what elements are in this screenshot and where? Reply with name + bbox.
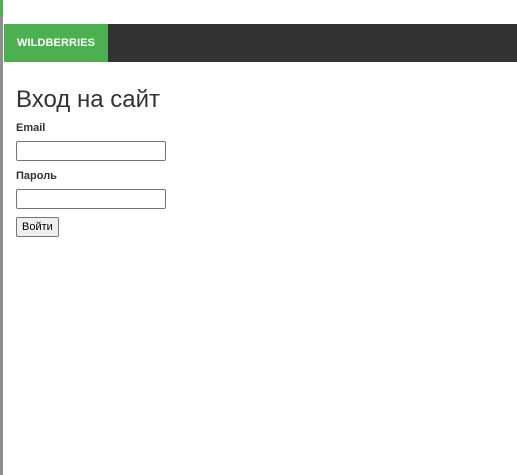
page-title: Вход на сайт <box>16 86 160 113</box>
login-button[interactable]: Войти <box>16 217 59 237</box>
window-left-edge <box>0 0 3 475</box>
page: WILDBERRIES Вход на сайт Email Пароль Во… <box>0 0 517 475</box>
brand-link[interactable]: WILDBERRIES <box>4 24 109 62</box>
password-label: Пароль <box>16 170 57 182</box>
window-left-edge-accent <box>0 0 3 16</box>
password-field[interactable] <box>16 189 166 209</box>
login-form: Вход на сайт Email Пароль Войти <box>16 85 501 237</box>
email-label: Email <box>16 122 46 134</box>
top-navbar: WILDBERRIES <box>4 24 517 62</box>
email-field[interactable] <box>16 141 166 161</box>
